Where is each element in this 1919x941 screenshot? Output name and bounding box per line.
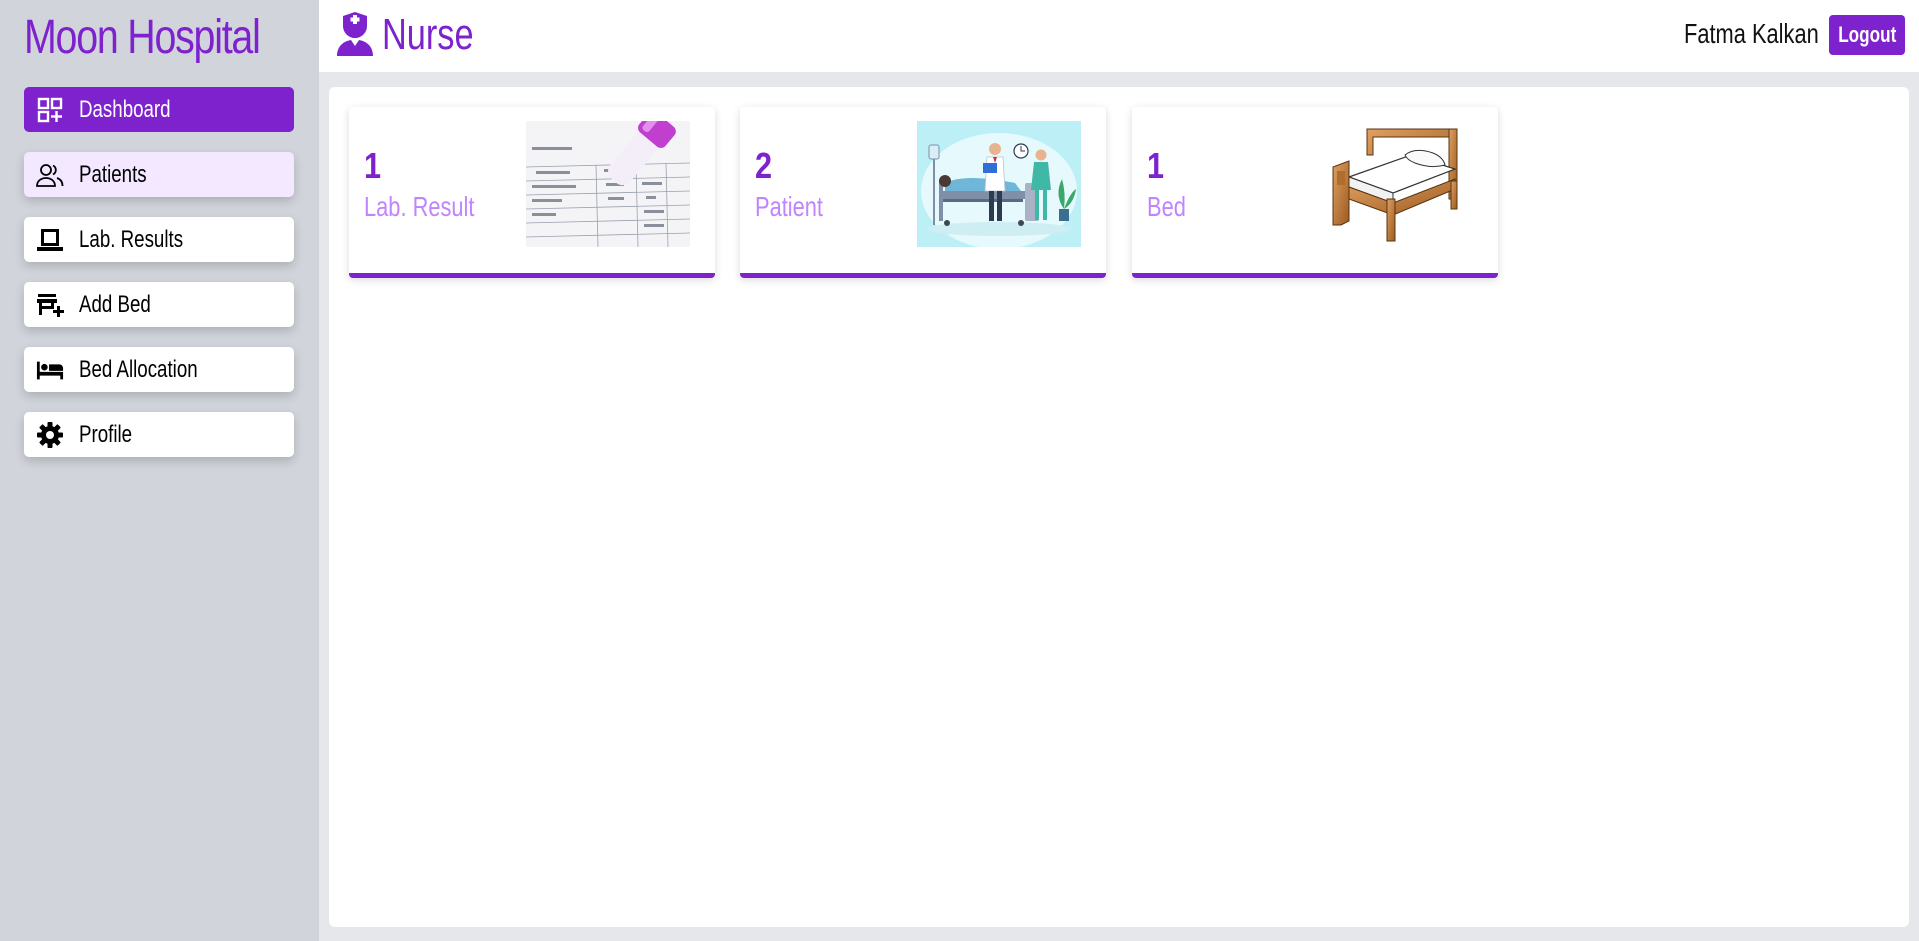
- sidebar-item-label: Add Bed: [79, 290, 151, 318]
- lab-result-image: [526, 121, 690, 247]
- sidebar-item-bed-allocation[interactable]: Bed Allocation: [24, 347, 294, 392]
- app-title: Moon Hospital: [24, 11, 261, 64]
- sidebar-item-dashboard[interactable]: Dashboard: [24, 87, 294, 132]
- main-content: 1 Lab. Result 2 Patient 1 Bed: [329, 87, 1909, 927]
- sidebar-item-add-bed[interactable]: Add Bed: [24, 282, 294, 327]
- sidebar-item-lab-results[interactable]: Lab. Results: [24, 217, 294, 262]
- user-name: Fatma Kalkan: [1684, 18, 1819, 49]
- card-count: 2: [755, 145, 773, 186]
- card-patient[interactable]: 2 Patient: [740, 107, 1106, 278]
- sidebar-item-patients[interactable]: Patients: [24, 152, 294, 197]
- sidebar-item-label: Lab. Results: [79, 225, 184, 253]
- sidebar-nav: Dashboard Patients Lab. Results Add Bed …: [24, 87, 294, 477]
- dashboard-icon: [36, 96, 64, 124]
- bed-image: [1309, 121, 1473, 247]
- logout-button[interactable]: Logout: [1829, 15, 1905, 55]
- logout-label: Logout: [1837, 22, 1897, 47]
- store-plus-icon: [36, 291, 64, 319]
- sidebar-item-label: Bed Allocation: [79, 355, 198, 383]
- card-label: Bed: [1147, 191, 1186, 222]
- card-count: 1: [364, 145, 382, 186]
- top-bar: Nurse Fatma Kalkan Logout: [319, 0, 1919, 72]
- card-label: Patient: [755, 191, 823, 222]
- sidebar-item-label: Patients: [79, 160, 147, 188]
- patient-care-image: [917, 121, 1081, 247]
- sidebar-item-label: Profile: [79, 420, 133, 448]
- card-count: 1: [1147, 145, 1165, 186]
- bed-icon: [36, 356, 64, 384]
- sidebar-item-profile[interactable]: Profile: [24, 412, 294, 457]
- card-label: Lab. Result: [364, 191, 475, 222]
- page-title: Nurse: [382, 10, 474, 59]
- sidebar: Moon Hospital Dashboard Patients Lab. Re…: [0, 0, 319, 941]
- gear-icon: [36, 421, 64, 449]
- sidebar-item-label: Dashboard: [79, 95, 171, 123]
- card-bed[interactable]: 1 Bed: [1132, 107, 1498, 278]
- card-lab-result[interactable]: 1 Lab. Result: [349, 107, 715, 278]
- nurse-icon: [335, 12, 375, 56]
- laptop-icon: [36, 226, 64, 254]
- users-icon: [36, 161, 64, 189]
